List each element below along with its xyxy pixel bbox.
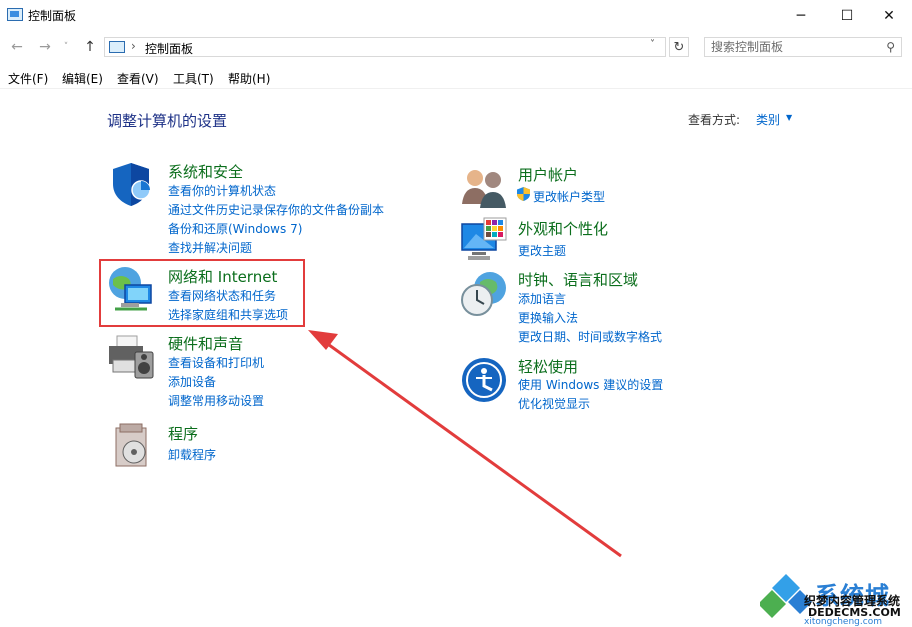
watermark-site-domain: xitongcheng.com xyxy=(804,617,882,627)
programs-disc-icon[interactable] xyxy=(110,422,158,470)
control-panel-app-icon xyxy=(7,8,23,21)
search-input[interactable] xyxy=(705,38,881,56)
close-button[interactable]: ✕ xyxy=(866,0,912,31)
link-add-device[interactable]: 添加设备 xyxy=(168,373,216,390)
uac-shield-icon xyxy=(517,187,530,201)
maximize-button[interactable]: ☐ xyxy=(824,0,870,31)
ease-of-access-icon[interactable] xyxy=(460,356,508,404)
highlight-box xyxy=(99,259,305,327)
menu-view[interactable]: 查看(V) xyxy=(117,70,159,87)
menu-file[interactable]: 文件(F) xyxy=(8,70,48,87)
category-title-ease-of-access[interactable]: 轻松使用 xyxy=(518,356,578,377)
breadcrumb-control-panel[interactable]: 控制面板 xyxy=(145,40,193,57)
up-arrow-icon[interactable]: ↑ xyxy=(80,37,100,57)
menu-edit[interactable]: 编辑(E) xyxy=(62,70,103,87)
menu-help[interactable]: 帮助(H) xyxy=(228,70,270,87)
link-windows-recommended-settings[interactable]: 使用 Windows 建议的设置 xyxy=(518,376,663,393)
link-mobility-settings[interactable]: 调整常用移动设置 xyxy=(168,392,264,409)
category-title-system-security[interactable]: 系统和安全 xyxy=(168,161,243,182)
link-troubleshoot[interactable]: 查找并解决问题 xyxy=(168,239,252,256)
link-change-input-method[interactable]: 更换输入法 xyxy=(518,309,578,326)
search-icon[interactable]: ⚲ xyxy=(886,40,895,54)
view-by-dropdown-arrow-icon[interactable]: ▼ xyxy=(786,113,792,122)
link-uninstall-program[interactable]: 卸载程序 xyxy=(168,446,216,463)
control-panel-small-icon xyxy=(109,41,125,53)
category-title-programs[interactable]: 程序 xyxy=(168,423,198,444)
link-change-account-type[interactable]: 更改帐户类型 xyxy=(533,188,605,205)
link-backup-restore[interactable]: 备份和还原(Windows 7) xyxy=(168,220,302,237)
search-box[interactable]: ⚲ xyxy=(704,37,902,57)
breadcrumb-separator-icon[interactable]: › xyxy=(131,39,136,53)
minimize-button[interactable]: ─ xyxy=(778,0,824,31)
link-change-theme[interactable]: 更改主题 xyxy=(518,242,566,259)
link-file-history-backup[interactable]: 通过文件历史记录保存你的文件备份副本 xyxy=(168,201,384,218)
view-by-label: 查看方式: xyxy=(688,113,741,127)
link-devices-printers[interactable]: 查看设备和打印机 xyxy=(168,354,264,371)
refresh-button[interactable]: ↻ xyxy=(669,37,689,57)
monitor-palette-icon[interactable] xyxy=(460,216,508,264)
link-optimize-visual-display[interactable]: 优化视觉显示 xyxy=(518,395,590,412)
category-title-user-accounts[interactable]: 用户帐户 xyxy=(518,164,578,185)
recent-locations-chevron-icon[interactable]: ˅ xyxy=(60,37,72,57)
window-title: 控制面板 xyxy=(28,9,77,23)
address-dropdown-chevron-icon[interactable]: ˅ xyxy=(650,39,655,50)
printer-speaker-icon[interactable] xyxy=(107,332,155,380)
back-arrow-icon[interactable]: ← xyxy=(7,37,27,57)
shield-icon[interactable] xyxy=(107,160,155,208)
page-title: 调整计算机的设置 xyxy=(107,112,228,130)
link-add-language[interactable]: 添加语言 xyxy=(518,290,566,307)
address-bar[interactable]: › 控制面板 ˅ xyxy=(104,37,666,57)
link-view-computer-status[interactable]: 查看你的计算机状态 xyxy=(168,182,276,199)
category-title-hardware-sound[interactable]: 硬件和声音 xyxy=(168,333,243,354)
link-change-date-time-format[interactable]: 更改日期、时间或数字格式 xyxy=(518,328,662,345)
category-title-clock-language-region[interactable]: 时钟、语言和区域 xyxy=(518,269,638,290)
users-icon[interactable] xyxy=(460,164,508,212)
clock-globe-icon[interactable] xyxy=(460,270,508,318)
view-by-dropdown[interactable]: 类别 xyxy=(756,111,780,128)
title-bar xyxy=(0,0,912,31)
menu-tools[interactable]: 工具(T) xyxy=(173,70,214,87)
forward-arrow-icon[interactable]: → xyxy=(35,37,55,57)
category-title-appearance-personalization[interactable]: 外观和个性化 xyxy=(518,218,608,239)
